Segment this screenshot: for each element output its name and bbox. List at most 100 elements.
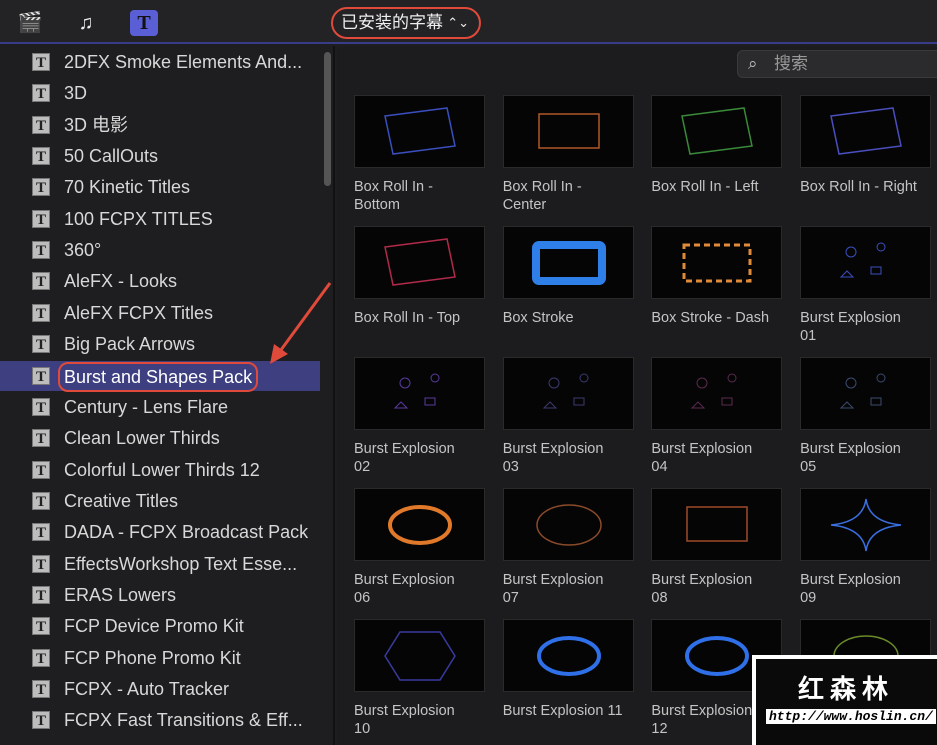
title-thumbnail[interactable]: Burst Explosion 05 — [800, 357, 932, 476]
thumbnail-preview — [800, 95, 932, 168]
title-icon: T — [32, 680, 50, 698]
sidebar-scrollbar[interactable] — [324, 52, 331, 186]
label-line1: Burst Explosion — [651, 572, 753, 588]
sidebar-item-label: FCP Device Promo Kit — [64, 616, 244, 637]
category-selector[interactable]: 已安装的字幕 ⌃⌄ — [331, 7, 481, 39]
sidebar-item-label: FCPX - Auto Tracker — [64, 679, 230, 699]
title-thumbnail[interactable]: Burst Explosion 08 — [651, 488, 783, 607]
title-icon: T — [32, 147, 50, 166]
label-line1: Burst Explosion — [502, 441, 604, 457]
thumbnail-label: Box Roll In - Top — [354, 309, 485, 327]
title-thumbnail[interactable]: Burst Explosion 06 — [354, 488, 485, 607]
title-thumbnail[interactable]: Box Roll In - Right — [800, 95, 932, 196]
sidebar-item-label: 2DFX Smoke Elements And... — [64, 52, 303, 72]
sidebar-item[interactable]: T Burst and Shapes Pack — [0, 360, 320, 392]
sidebar-item-label: EffectsWorkshop Text Esse... — [64, 553, 298, 574]
title-thumbnail[interactable]: Burst Explosion 02 — [354, 357, 485, 476]
sidebar-item[interactable]: T Clean Lower Thirds — [0, 423, 320, 453]
label-line1: Burst Explosion — [502, 572, 604, 588]
title-thumbnail[interactable]: Burst Explosion 09 — [800, 488, 932, 607]
title-icon: T — [32, 617, 50, 636]
clapper-star-icon[interactable]: 🎬 — [16, 10, 44, 36]
sidebar-item[interactable]: T Century - Lens Flare — [0, 392, 320, 422]
titles-icon[interactable]: T — [130, 10, 158, 36]
title-thumbnail[interactable]: Burst Explosion 01 — [800, 226, 932, 345]
label-line1: Burst Explosion — [800, 441, 901, 457]
sidebar-item-label: Big Pack Arrows — [64, 334, 196, 355]
thumbnail-preview — [502, 619, 634, 692]
thumbnail-preview — [502, 357, 634, 430]
search-icon: ⌕ — [748, 54, 758, 73]
label-line2: 01 — [800, 328, 817, 344]
title-thumbnail[interactable]: Burst Explosion 03 — [502, 357, 634, 476]
selector-label: 已安装的字幕 — [341, 13, 443, 32]
watermark-name: 红森林 — [798, 674, 895, 704]
title-icon: T — [32, 366, 50, 385]
label-line1: Burst Explosion — [651, 441, 753, 457]
search-input[interactable]: ⌕ 搜索 — [737, 50, 937, 78]
label-line1: Box Roll In - Left — [651, 179, 759, 195]
label-line1: Burst Explosion — [354, 572, 455, 588]
label-line2: 06 — [354, 590, 371, 606]
sidebar-item-label: DADA - FCPX Broadcast Pack — [64, 522, 309, 543]
sidebar-item-label: 3D — [64, 83, 88, 104]
title-thumbnail[interactable]: Box Roll In - Center — [502, 95, 634, 214]
title-thumbnail[interactable]: Burst Explosion 10 — [354, 619, 485, 738]
title-thumbnail[interactable]: Box Roll In - Top — [354, 226, 485, 327]
sidebar-item[interactable]: T FCP Device Promo Kit — [0, 611, 320, 641]
title-thumbnail[interactable]: Burst Explosion 04 — [651, 357, 783, 476]
sidebar-item[interactable]: T 360° — [0, 235, 320, 265]
thumbnail-preview — [651, 488, 783, 561]
thumbnail-label: Burst Explosion 01 — [800, 309, 931, 345]
sidebar-item-label: Colorful Lower Thirds 12 — [64, 459, 260, 480]
title-icon: T — [32, 209, 50, 228]
label-line1: Burst Explosion — [354, 703, 455, 719]
sidebar-item[interactable]: T FCPX Fast Transitions & Eff... — [0, 705, 320, 735]
label-line2: 08 — [651, 590, 668, 606]
title-icon: T — [32, 397, 50, 416]
sidebar-item[interactable]: T 70 Kinetic Titles — [0, 172, 320, 202]
sidebar-item[interactable]: T FCP Phone Promo Kit — [0, 643, 320, 673]
title-thumbnail[interactable]: Burst Explosion 11 — [502, 619, 634, 720]
sidebar-item[interactable]: T 50 CallOuts — [0, 141, 320, 171]
sidebar-item[interactable]: T DADA - FCPX Broadcast Pack — [0, 517, 320, 547]
title-icon: T — [32, 523, 50, 542]
label-line2: 03 — [502, 459, 519, 475]
sidebar-item[interactable]: T 3D — [0, 78, 320, 108]
sidebar-item[interactable]: T Creative Titles — [0, 486, 320, 516]
sidebar-item[interactable]: T 3D 电影 — [0, 110, 320, 140]
title-icon: T — [32, 460, 50, 479]
thumbnail-preview — [354, 226, 485, 299]
thumbnail-preview — [651, 226, 783, 299]
title-icon: T — [32, 554, 50, 573]
thumbnail-label: Box Stroke — [503, 309, 634, 327]
sidebar-item[interactable]: T EffectsWorkshop Text Esse... — [0, 549, 320, 579]
label-line2: 07 — [502, 590, 519, 606]
thumbnail-preview — [800, 226, 932, 299]
sidebar-item-label: Burst and Shapes Pack — [58, 361, 259, 392]
label-line2: 10 — [354, 721, 371, 737]
thumbnail-label: Box Roll In - Center — [503, 178, 634, 214]
title-thumbnail[interactable]: Box Roll In - Bottom — [354, 95, 485, 214]
sidebar-item-label: 50 CallOuts — [64, 146, 159, 167]
label-line1: Box Stroke - Dash — [651, 310, 770, 326]
sidebar-item-label: ERAS Lowers — [64, 584, 177, 605]
sidebar-item-label: Creative Titles — [64, 490, 179, 511]
title-thumbnail[interactable]: Burst Explosion 07 — [502, 488, 634, 607]
music-photo-icon[interactable]: ♫ — [72, 10, 100, 36]
sidebar-item-label: AleFX FCPX Titles — [64, 302, 214, 323]
sidebar-item[interactable]: T 100 FCPX TITLES — [0, 204, 320, 234]
sidebar-item[interactable]: T 2DFX Smoke Elements And... — [0, 47, 320, 77]
title-thumbnail[interactable]: Box Roll In - Left — [651, 95, 783, 196]
watermark-url: http://www.hoslin.cn/ — [766, 709, 936, 724]
sidebar-item[interactable]: T FCPX - Auto Tracker — [0, 674, 320, 704]
label-line1: Burst Explosion — [800, 310, 901, 326]
thumbnail-label: Burst Explosion 06 — [354, 571, 485, 607]
thumbnail-label: Box Roll In - Right — [800, 178, 931, 196]
sidebar-item[interactable]: T Colorful Lower Thirds 12 — [0, 455, 320, 485]
sidebar-item-label: Clean Lower Thirds — [64, 428, 220, 449]
title-thumbnail[interactable]: Box Stroke — [502, 226, 634, 327]
sidebar-item[interactable]: T ERAS Lowers — [0, 580, 320, 610]
label-line2: 05 — [800, 459, 817, 475]
title-thumbnail[interactable]: Box Stroke - Dash — [651, 226, 783, 327]
